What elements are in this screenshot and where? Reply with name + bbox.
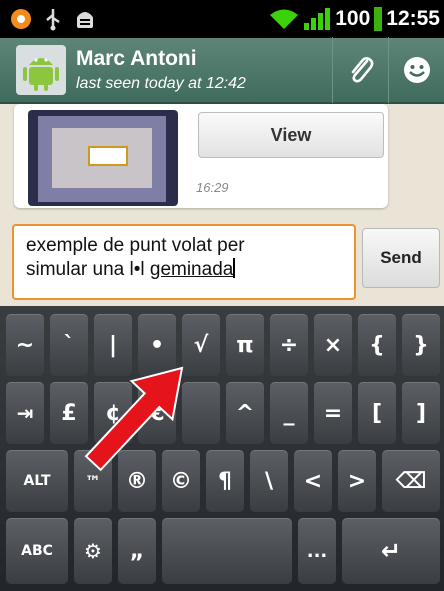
key-divide[interactable]: ÷ xyxy=(270,314,308,376)
chat-area: View 16:29 exemple de punt volat per sim… xyxy=(0,104,444,306)
emoji-icon xyxy=(403,57,430,83)
key-equals[interactable]: = xyxy=(314,382,352,444)
key-cent[interactable]: ¢ xyxy=(94,382,132,444)
input-text-line2-start: simular una l•l xyxy=(26,259,150,280)
android-debug-icon xyxy=(77,12,93,28)
key-pound[interactable]: £ xyxy=(50,382,88,444)
battery-level: 100 xyxy=(335,7,371,30)
last-seen: last seen today at 12:42 xyxy=(76,75,246,92)
wifi-icon xyxy=(270,9,299,29)
key-backtick[interactable]: ` xyxy=(50,314,88,376)
key-pi[interactable]: π xyxy=(226,314,264,376)
key-ellipsis[interactable]: ... xyxy=(298,518,336,584)
spell-underlined-word: geminada xyxy=(149,259,234,280)
key-caret[interactable]: ^ xyxy=(226,382,264,444)
key-right-brace[interactable]: } xyxy=(402,314,440,376)
message-time: 16:29 xyxy=(196,180,229,195)
key-left-brace[interactable]: { xyxy=(358,314,396,376)
chat-header: Marc Antoni last seen today at 12:42 xyxy=(0,37,444,104)
key-tab[interactable]: ⇥ xyxy=(6,382,44,444)
key-alt[interactable]: ALT xyxy=(6,450,68,512)
clock: 12:55 xyxy=(386,7,440,30)
key-bullet[interactable]: • xyxy=(138,314,176,376)
image-thumbnail[interactable] xyxy=(28,110,178,206)
status-bar: 100 12:55 xyxy=(0,0,444,38)
key-settings[interactable]: ⚙ xyxy=(74,518,112,584)
symbol-keyboard: ~ ` | • √ π ÷ × { } ⇥ £ ¢ € ^ _ = [ ] AL… xyxy=(0,306,444,591)
system-icons: 100 12:55 xyxy=(269,7,444,31)
send-button[interactable]: Send xyxy=(362,228,440,288)
contact-name: Marc Antoni xyxy=(76,47,197,70)
key-sqrt[interactable]: √ xyxy=(182,314,220,376)
key-backslash[interactable]: \ xyxy=(250,450,288,512)
emoji-button[interactable] xyxy=(388,37,444,103)
key-greater-than[interactable]: > xyxy=(338,450,376,512)
app-notification-icon xyxy=(11,9,31,29)
key-enter[interactable]: ↵ xyxy=(342,518,440,584)
attach-button[interactable] xyxy=(332,37,388,103)
notification-icons xyxy=(0,7,96,31)
view-button[interactable]: View xyxy=(198,112,384,158)
key-euro[interactable]: € xyxy=(138,382,176,444)
contact-info[interactable]: Marc Antoni last seen today at 12:42 xyxy=(76,47,332,93)
avatar-icon xyxy=(23,58,59,91)
key-pipe[interactable]: | xyxy=(94,314,132,376)
key-copyright[interactable]: © xyxy=(162,450,200,512)
key-low-quote[interactable]: „ xyxy=(118,518,156,584)
key-tilde[interactable]: ~ xyxy=(6,314,44,376)
key-pilcrow[interactable]: ¶ xyxy=(206,450,244,512)
battery-icon xyxy=(374,7,383,31)
signal-icon xyxy=(304,8,331,30)
key-underscore[interactable]: _ xyxy=(270,382,308,444)
message-input[interactable]: exemple de punt volat per simular una l•… xyxy=(12,224,356,300)
key-registered[interactable]: ® xyxy=(118,450,156,512)
avatar[interactable] xyxy=(16,45,66,95)
key-right-bracket[interactable]: ] xyxy=(402,382,440,444)
key-backspace[interactable]: ⌫ xyxy=(382,450,440,512)
attach-icon xyxy=(351,57,373,83)
key-multiply[interactable]: × xyxy=(314,314,352,376)
key-hidden-by-arrow[interactable] xyxy=(182,382,220,444)
input-text-line2: simular una l•l geminada xyxy=(26,258,342,282)
message-bubble: View 16:29 xyxy=(14,104,388,208)
key-space[interactable] xyxy=(162,518,292,584)
text-cursor xyxy=(233,258,236,278)
key-trademark[interactable]: ™ xyxy=(74,450,112,512)
key-abc[interactable]: ABC xyxy=(6,518,68,584)
key-less-than[interactable]: < xyxy=(294,450,332,512)
usb-icon xyxy=(46,9,60,31)
key-left-bracket[interactable]: [ xyxy=(358,382,396,444)
input-text-line1: exemple de punt volat per xyxy=(26,235,245,256)
